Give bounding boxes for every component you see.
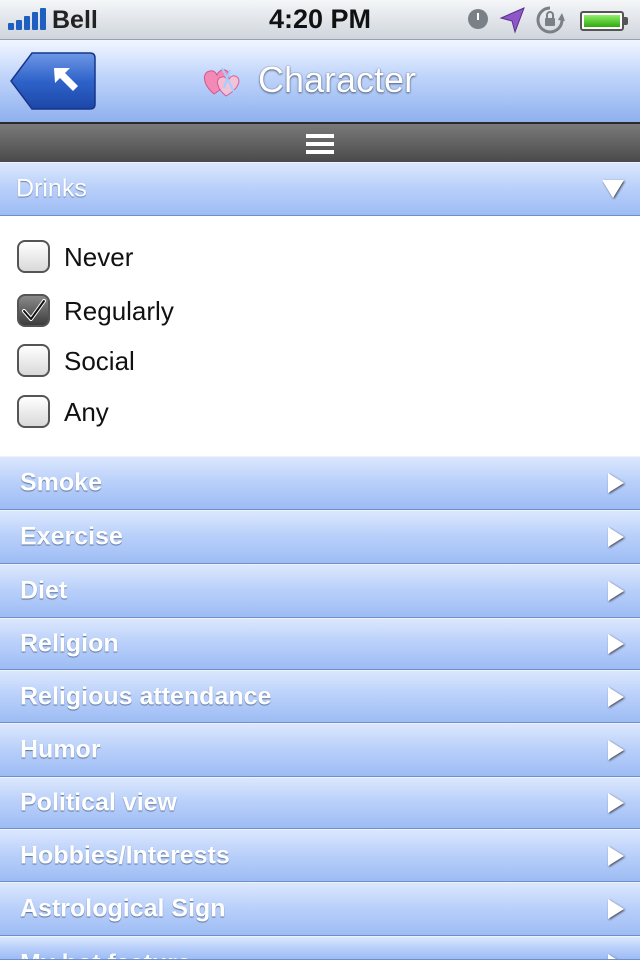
alarm-icon [468, 9, 488, 29]
page-title: Character [258, 59, 417, 100]
checkbox-checked[interactable] [17, 294, 50, 327]
battery-icon [580, 11, 628, 31]
section-header-hobbies-interests[interactable]: Hobbies/Interests [0, 829, 640, 882]
section-label: Diet [20, 576, 68, 605]
chevron-right-icon [608, 581, 624, 601]
section-label: Hobbies/Interests [20, 841, 230, 869]
drinks-options-panel: Never Regularly Social Any [0, 216, 640, 456]
chevron-right-icon [608, 634, 624, 654]
chevron-right-icon [608, 686, 624, 707]
section-header-astrological-sign[interactable]: Astrological Sign [0, 882, 640, 936]
section-label: Political view [20, 788, 178, 817]
back-button[interactable] [10, 52, 96, 110]
option-never[interactable]: Never [0, 234, 640, 278]
chevron-right-icon [608, 473, 624, 493]
checkbox[interactable] [17, 240, 50, 273]
chevron-down-icon [602, 180, 624, 198]
nav-bar: Character [0, 40, 640, 124]
option-any[interactable]: Any [0, 389, 640, 433]
menu-bar[interactable] [0, 124, 640, 162]
chevron-right-icon [608, 793, 624, 813]
hearts-logo-icon [204, 67, 240, 97]
section-header-humor[interactable]: Humor [0, 723, 640, 777]
section-header-smoke[interactable]: Smoke [0, 456, 640, 510]
section-label: Smoke [20, 468, 102, 497]
section-header-religion[interactable]: Religion [0, 618, 640, 670]
checkbox[interactable] [17, 395, 50, 428]
section-header-drinks[interactable]: Drinks [0, 162, 640, 216]
checkbox[interactable] [17, 344, 50, 377]
section-header-religious-attendance[interactable]: Religious attendance [0, 670, 640, 723]
section-header-exercise[interactable]: Exercise [0, 510, 640, 564]
section-label: Drinks [16, 174, 87, 203]
section-label: Religion [20, 629, 119, 658]
section-label: Exercise [20, 522, 123, 551]
checkmark-icon [22, 299, 46, 321]
title-group: Character [200, 52, 416, 108]
option-label: Never [64, 242, 134, 272]
rotation-lock-icon [536, 6, 565, 34]
option-label: Social [64, 346, 135, 376]
section-label: Astrological Sign [20, 894, 226, 923]
section-header-my-hot-feature[interactable]: My hot feature [0, 936, 640, 960]
chevron-right-icon [608, 527, 624, 547]
section-label: Religious attendance [20, 682, 272, 710]
menu-lines-icon[interactable] [306, 134, 334, 154]
location-icon [499, 7, 525, 34]
option-label: Regularly [64, 296, 174, 326]
section-label: My hot feature [20, 950, 191, 960]
option-social[interactable]: Social [0, 338, 640, 382]
chevron-right-icon [608, 845, 624, 866]
status-icons [464, 5, 634, 34]
section-header-diet[interactable]: Diet [0, 564, 640, 618]
chevron-right-icon [608, 740, 624, 760]
section-label: Humor [20, 735, 101, 764]
option-regularly[interactable]: Regularly [0, 288, 640, 332]
chevron-right-icon [608, 899, 624, 919]
status-bar: Bell 4:20 PM [0, 0, 640, 40]
section-header-political-view[interactable]: Political view [0, 777, 640, 829]
option-label: Any [64, 397, 109, 427]
chevron-right-icon [608, 954, 624, 959]
